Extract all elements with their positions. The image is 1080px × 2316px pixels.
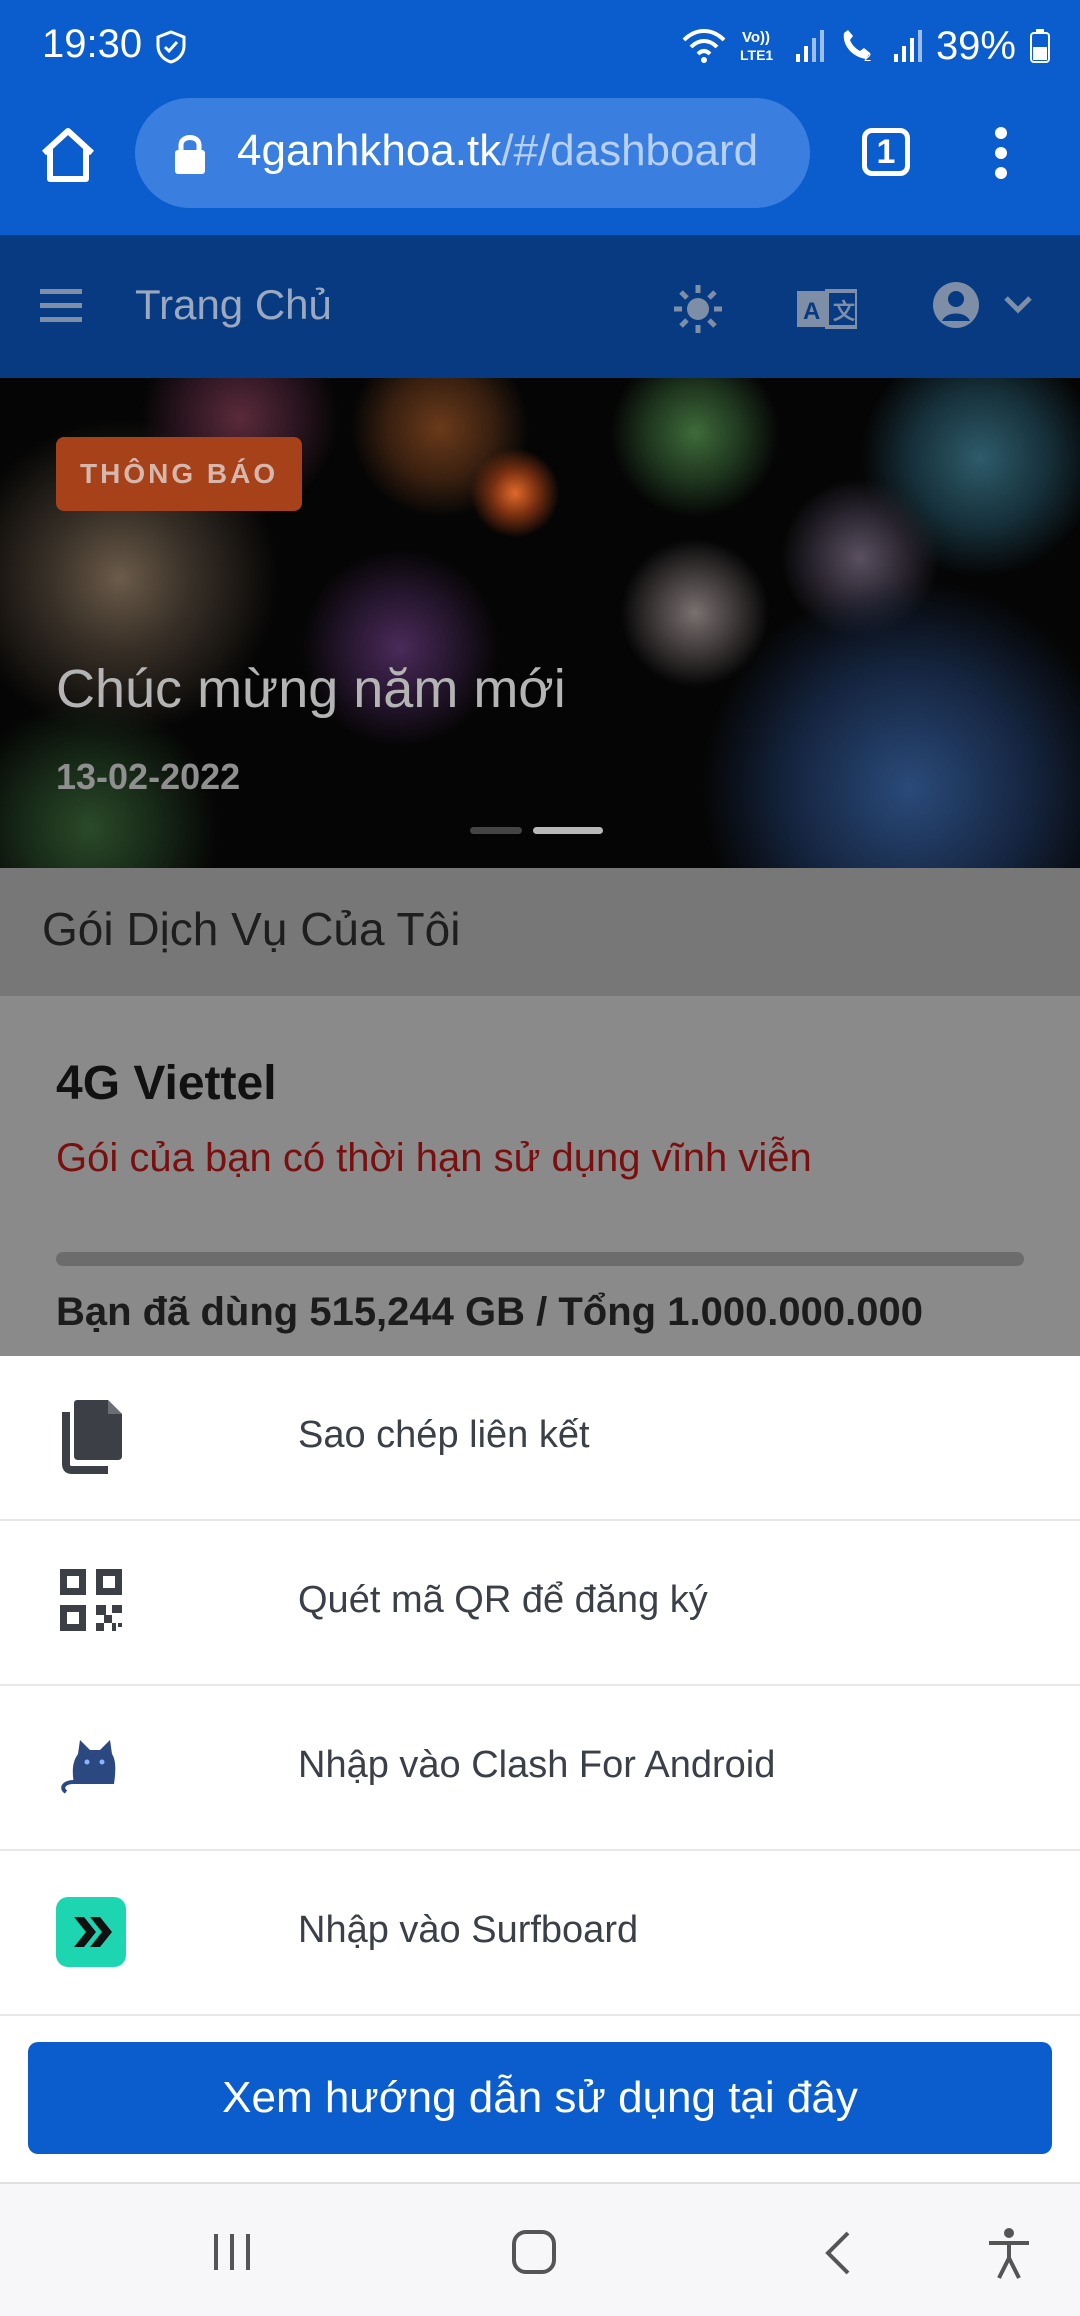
translate-icon[interactable]: A 文	[797, 287, 857, 331]
shield-icon	[156, 30, 186, 64]
qr-code-icon	[60, 1569, 122, 1631]
status-bar: 19:30 Vo)) LTE1 2 39%	[0, 0, 1080, 95]
option-label: Nhập vào Surfboard	[298, 1909, 639, 1951]
back-icon[interactable]	[822, 2230, 852, 2276]
announcement-banner[interactable]: THÔNG BÁO Chúc mừng năm mới 13-02-2022	[0, 378, 1080, 868]
plan-name: 4G Viettel	[56, 1057, 277, 1110]
plan-card: 4G Viettel Gói của bạn có thời hạn sử dụ…	[0, 996, 1080, 1356]
option-label: Nhập vào Clash For Android	[298, 1744, 776, 1786]
svg-text:Vo)): Vo))	[742, 29, 770, 46]
wifi-calling-icon: 2	[843, 30, 871, 64]
banner-title: Chúc mừng năm mới	[56, 659, 566, 719]
carousel-indicator-1[interactable]	[470, 827, 522, 834]
usage-progress-bar	[56, 1252, 1024, 1266]
option-label: Sao chép liên kết	[298, 1414, 590, 1456]
home-icon[interactable]	[38, 125, 98, 185]
copy-link-option[interactable]: Sao chép liên kết	[0, 1356, 1080, 1521]
scan-qr-option[interactable]: Quét mã QR để đăng ký	[0, 1521, 1080, 1686]
url-host: 4ganhkhoa.tk	[237, 126, 502, 175]
option-label: Quét mã QR để đăng ký	[298, 1579, 708, 1621]
volte-icon: Vo)) LTE1	[740, 29, 773, 63]
plan-validity: Gói của bạn có thời hạn sử dụng vĩnh viễ…	[56, 1136, 812, 1180]
tab-count: 1	[876, 132, 896, 171]
notice-badge: THÔNG BÁO	[56, 437, 303, 511]
banner-date: 13-02-2022	[56, 756, 241, 797]
import-clash-option[interactable]: Nhập vào Clash For Android	[0, 1686, 1080, 1851]
signal-icon	[795, 30, 824, 62]
brightness-icon[interactable]	[672, 283, 724, 335]
wifi-icon	[682, 29, 726, 63]
section-header: Gói Dịch Vụ Của Tôi	[0, 868, 1080, 996]
app-header: Trang Chủ A 文	[0, 235, 1080, 378]
svg-text:A: A	[803, 298, 820, 325]
url-path: /#/dashboard	[501, 126, 759, 175]
status-icons: Vo)) LTE1 2 39%	[682, 18, 1050, 74]
section-title: Gói Dịch Vụ Của Tôi	[42, 903, 461, 955]
battery-icon	[1030, 29, 1050, 63]
carousel-indicator-2[interactable]	[533, 827, 603, 834]
import-surfboard-option[interactable]: Nhập vào Surfboard	[0, 1851, 1080, 2016]
user-circle-icon[interactable]	[932, 281, 980, 329]
page-title: Trang Chủ	[135, 281, 332, 328]
battery-percent: 39%	[935, 23, 1016, 68]
signal-icon	[893, 30, 922, 62]
svg-text:2: 2	[864, 49, 871, 64]
accessibility-icon[interactable]	[985, 2226, 1033, 2280]
svg-text:LTE1: LTE1	[740, 47, 773, 63]
svg-text:文: 文	[833, 299, 856, 324]
system-navigation-bar	[0, 2182, 1080, 2316]
recents-icon[interactable]	[210, 2230, 254, 2274]
surfboard-icon	[56, 1897, 126, 1967]
copy-icon	[62, 1400, 122, 1474]
chevron-down-icon[interactable]	[1003, 295, 1033, 315]
view-guide-button[interactable]: Xem hướng dẫn sử dụng tại đây	[28, 2042, 1052, 2154]
usage-text: Bạn đã dùng 515,244 GB / Tổng 1.000.000.…	[56, 1290, 924, 1334]
url-text: 4ganhkhoa.tk/#/dashboard	[237, 126, 797, 176]
address-bar[interactable]: 4ganhkhoa.tk/#/dashboard	[135, 98, 810, 208]
lock-icon	[175, 135, 205, 174]
status-time: 19:30	[42, 22, 143, 66]
home-nav-icon[interactable]	[510, 2228, 558, 2276]
more-vert-icon[interactable]	[988, 125, 1014, 181]
clash-cat-icon	[61, 1740, 116, 1794]
hamburger-menu-icon[interactable]	[40, 285, 82, 325]
browser-toolbar: 4ganhkhoa.tk/#/dashboard 1	[0, 95, 1080, 235]
subscription-action-sheet: Sao chép liên kết Quét mã QR để đăng ký …	[0, 1356, 1080, 2182]
tab-switcher-button[interactable]: 1	[862, 128, 910, 176]
